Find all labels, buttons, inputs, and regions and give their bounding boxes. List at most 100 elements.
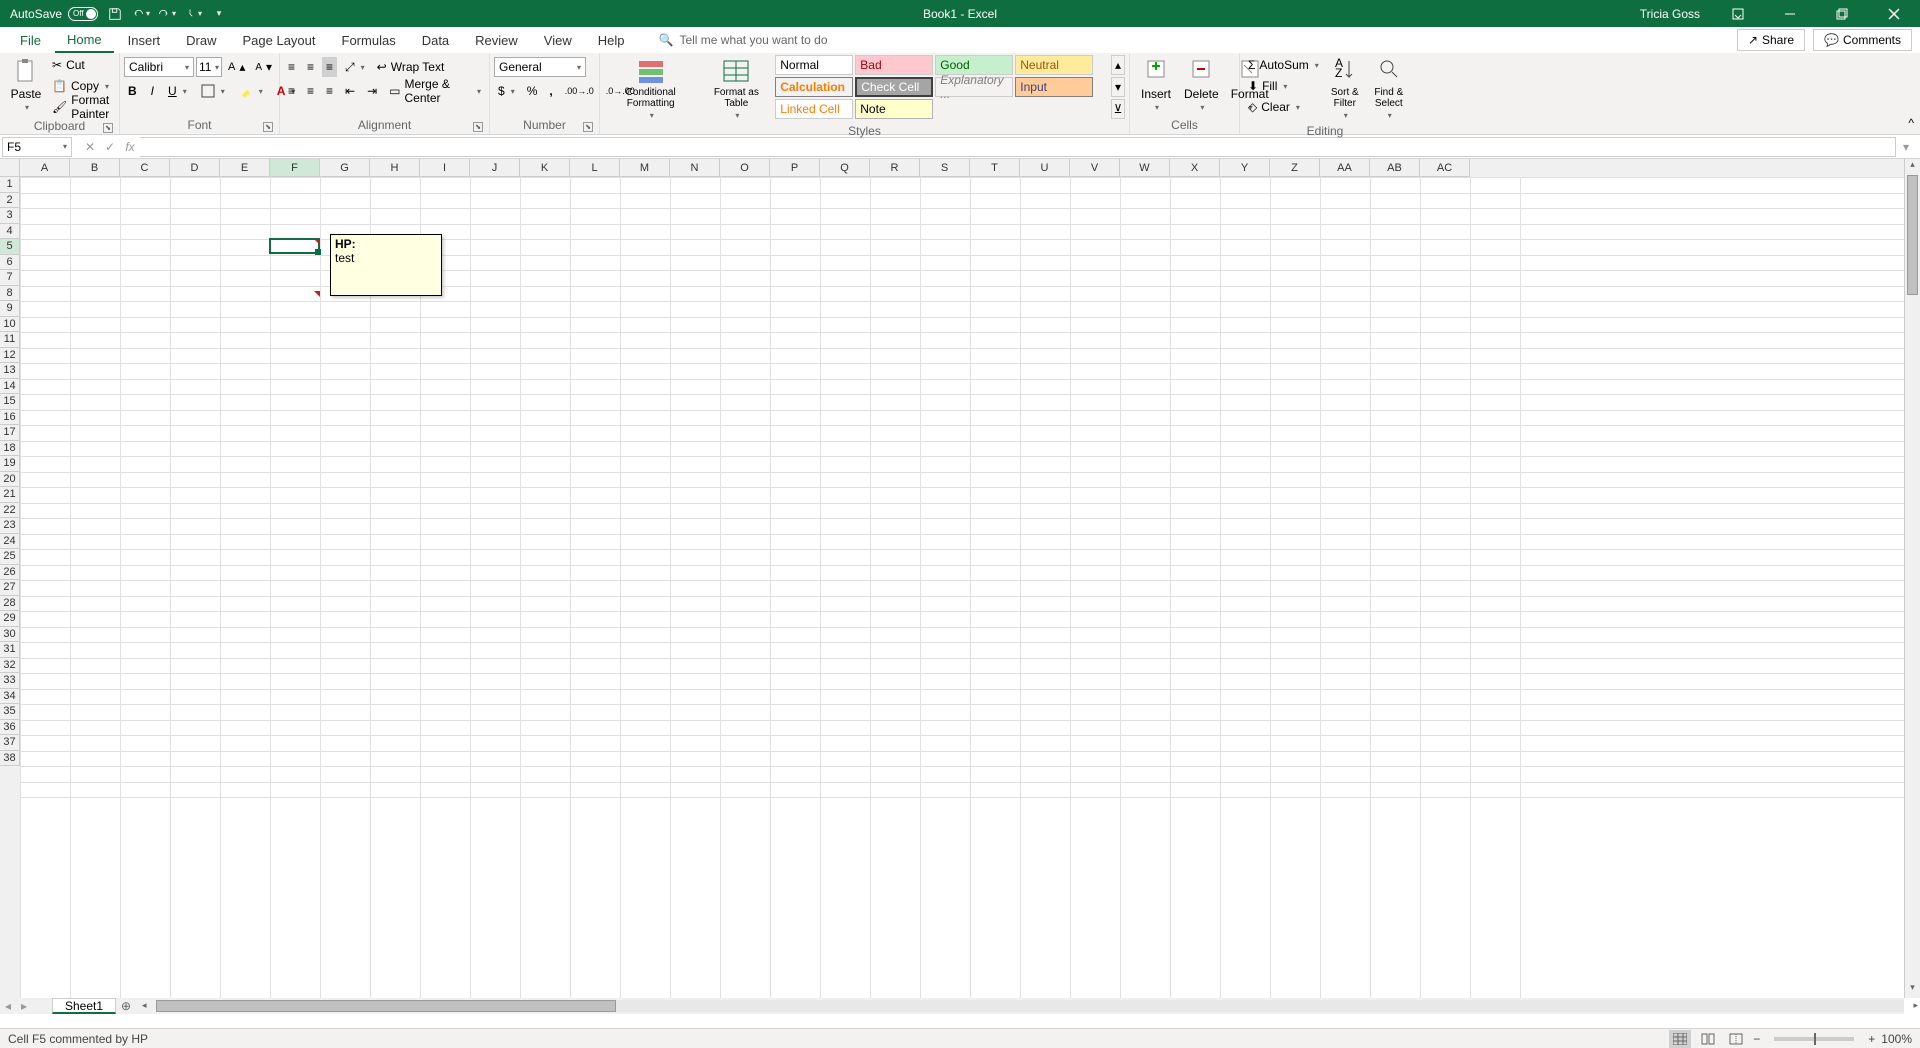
bold-button[interactable]: B: [124, 81, 141, 101]
align-right-icon[interactable]: ≡: [322, 81, 337, 101]
row-header-20[interactable]: 20: [0, 472, 20, 488]
name-box[interactable]: F5▾: [2, 137, 72, 157]
style-good[interactable]: Good: [935, 55, 1013, 75]
col-header-I[interactable]: I: [420, 159, 470, 177]
touch-mode-icon[interactable]: ▾: [184, 5, 202, 23]
row-header-24[interactable]: 24: [0, 534, 20, 550]
col-header-E[interactable]: E: [220, 159, 270, 177]
row-header-3[interactable]: 3: [0, 208, 20, 224]
col-header-R[interactable]: R: [870, 159, 920, 177]
increase-decimal-icon[interactable]: .00→.0: [561, 81, 598, 101]
col-header-D[interactable]: D: [170, 159, 220, 177]
row-header-13[interactable]: 13: [0, 363, 20, 379]
zoom-out-button[interactable]: −: [1753, 1032, 1760, 1046]
alignment-launcher[interactable]: ⬊: [473, 122, 483, 132]
col-header-Q[interactable]: Q: [820, 159, 870, 177]
align-top-icon[interactable]: ≡: [284, 57, 299, 77]
tab-formulas[interactable]: Formulas: [330, 29, 408, 52]
style-neutral[interactable]: Neutral: [1015, 55, 1093, 75]
underline-button[interactable]: U▾: [164, 81, 191, 101]
row-header-37[interactable]: 37: [0, 735, 20, 751]
cell-area[interactable]: HP: test: [20, 177, 1904, 998]
col-header-W[interactable]: W: [1120, 159, 1170, 177]
col-header-A[interactable]: A: [20, 159, 70, 177]
row-header-31[interactable]: 31: [0, 642, 20, 658]
col-header-J[interactable]: J: [470, 159, 520, 177]
expand-formula-bar-icon[interactable]: ▾: [1896, 137, 1916, 157]
insert-cells-button[interactable]: Insert▾: [1134, 55, 1178, 114]
tab-draw[interactable]: Draw: [174, 29, 228, 52]
row-header-25[interactable]: 25: [0, 549, 20, 565]
border-button[interactable]: ▾: [197, 81, 229, 101]
col-header-Y[interactable]: Y: [1220, 159, 1270, 177]
col-header-AB[interactable]: AB: [1370, 159, 1420, 177]
row-header-4[interactable]: 4: [0, 224, 20, 240]
tab-data[interactable]: Data: [410, 29, 461, 52]
row-header-36[interactable]: 36: [0, 720, 20, 736]
tell-me-search[interactable]: 🔍 Tell me what you want to do: [659, 33, 828, 47]
align-middle-icon[interactable]: ≡: [303, 57, 318, 77]
vscroll-thumb[interactable]: [1907, 175, 1918, 295]
col-header-P[interactable]: P: [770, 159, 820, 177]
maximize-icon[interactable]: [1820, 0, 1864, 27]
format-as-table-button[interactable]: Format as Table▾: [701, 55, 771, 122]
col-header-B[interactable]: B: [70, 159, 120, 177]
style-bad[interactable]: Bad: [855, 55, 933, 75]
row-header-1[interactable]: 1: [0, 177, 20, 193]
tab-page-layout[interactable]: Page Layout: [231, 29, 328, 52]
page-layout-view-icon[interactable]: [1697, 1030, 1719, 1048]
col-header-O[interactable]: O: [720, 159, 770, 177]
indent-decrease-icon[interactable]: ⇤: [341, 81, 359, 101]
sort-filter-button[interactable]: AZSort & Filter▾: [1323, 55, 1367, 122]
cancel-formula-icon[interactable]: ✕: [80, 137, 100, 157]
add-sheet-button[interactable]: ⊕: [116, 998, 136, 1014]
tab-view[interactable]: View: [532, 29, 584, 52]
collapse-ribbon-icon[interactable]: ^: [1908, 116, 1914, 130]
row-header-11[interactable]: 11: [0, 332, 20, 348]
number-format-select[interactable]: General▾: [494, 57, 586, 77]
ribbon-options-icon[interactable]: [1716, 0, 1760, 27]
col-header-X[interactable]: X: [1170, 159, 1220, 177]
autosum-button[interactable]: ΣAutoSum▾: [1244, 55, 1323, 75]
wrap-text-button[interactable]: ↩Wrap Text: [373, 57, 449, 77]
format-painter-button[interactable]: 🖌Format Painter: [48, 97, 115, 117]
col-header-M[interactable]: M: [620, 159, 670, 177]
row-header-2[interactable]: 2: [0, 193, 20, 209]
fill-button[interactable]: ⬇Fill▾: [1244, 76, 1323, 96]
style-calculation[interactable]: Calculation: [775, 77, 853, 97]
decrease-font-icon[interactable]: A▾: [251, 57, 276, 77]
col-header-T[interactable]: T: [970, 159, 1020, 177]
percent-icon[interactable]: %: [523, 81, 542, 101]
find-select-button[interactable]: Find & Select▾: [1367, 55, 1411, 122]
row-header-29[interactable]: 29: [0, 611, 20, 627]
normal-view-icon[interactable]: [1669, 1030, 1691, 1048]
col-header-V[interactable]: V: [1070, 159, 1120, 177]
row-header-19[interactable]: 19: [0, 456, 20, 472]
tab-review[interactable]: Review: [463, 29, 530, 52]
orientation-icon[interactable]: ⤢▾: [341, 57, 369, 77]
customize-qat-icon[interactable]: ▾: [210, 5, 228, 23]
font-launcher[interactable]: ⬊: [263, 122, 273, 132]
row-header-16[interactable]: 16: [0, 410, 20, 426]
zoom-level[interactable]: 100%: [1881, 1032, 1912, 1046]
sheet-nav-prev[interactable]: ◂: [0, 998, 16, 1014]
col-header-S[interactable]: S: [920, 159, 970, 177]
cut-button[interactable]: ✂Cut: [48, 55, 115, 75]
style-check-cell[interactable]: Check Cell: [855, 77, 933, 97]
col-header-AC[interactable]: AC: [1420, 159, 1470, 177]
styles-more[interactable]: ⊻: [1111, 99, 1125, 119]
row-header-7[interactable]: 7: [0, 270, 20, 286]
clipboard-launcher[interactable]: ⬊: [103, 123, 113, 133]
undo-icon[interactable]: ▾: [132, 5, 150, 23]
select-all-button[interactable]: [0, 159, 20, 177]
row-header-33[interactable]: 33: [0, 673, 20, 689]
style-input[interactable]: Input: [1015, 77, 1093, 97]
clear-button[interactable]: ◇Clear▾: [1244, 97, 1323, 117]
redo-icon[interactable]: ▾: [158, 5, 176, 23]
tab-help[interactable]: Help: [586, 29, 637, 52]
row-header-23[interactable]: 23: [0, 518, 20, 534]
col-header-U[interactable]: U: [1020, 159, 1070, 177]
conditional-formatting-button[interactable]: Conditional Formatting▾: [604, 55, 697, 122]
row-header-22[interactable]: 22: [0, 503, 20, 519]
autosave-toggle[interactable]: AutoSave Off: [10, 7, 98, 21]
